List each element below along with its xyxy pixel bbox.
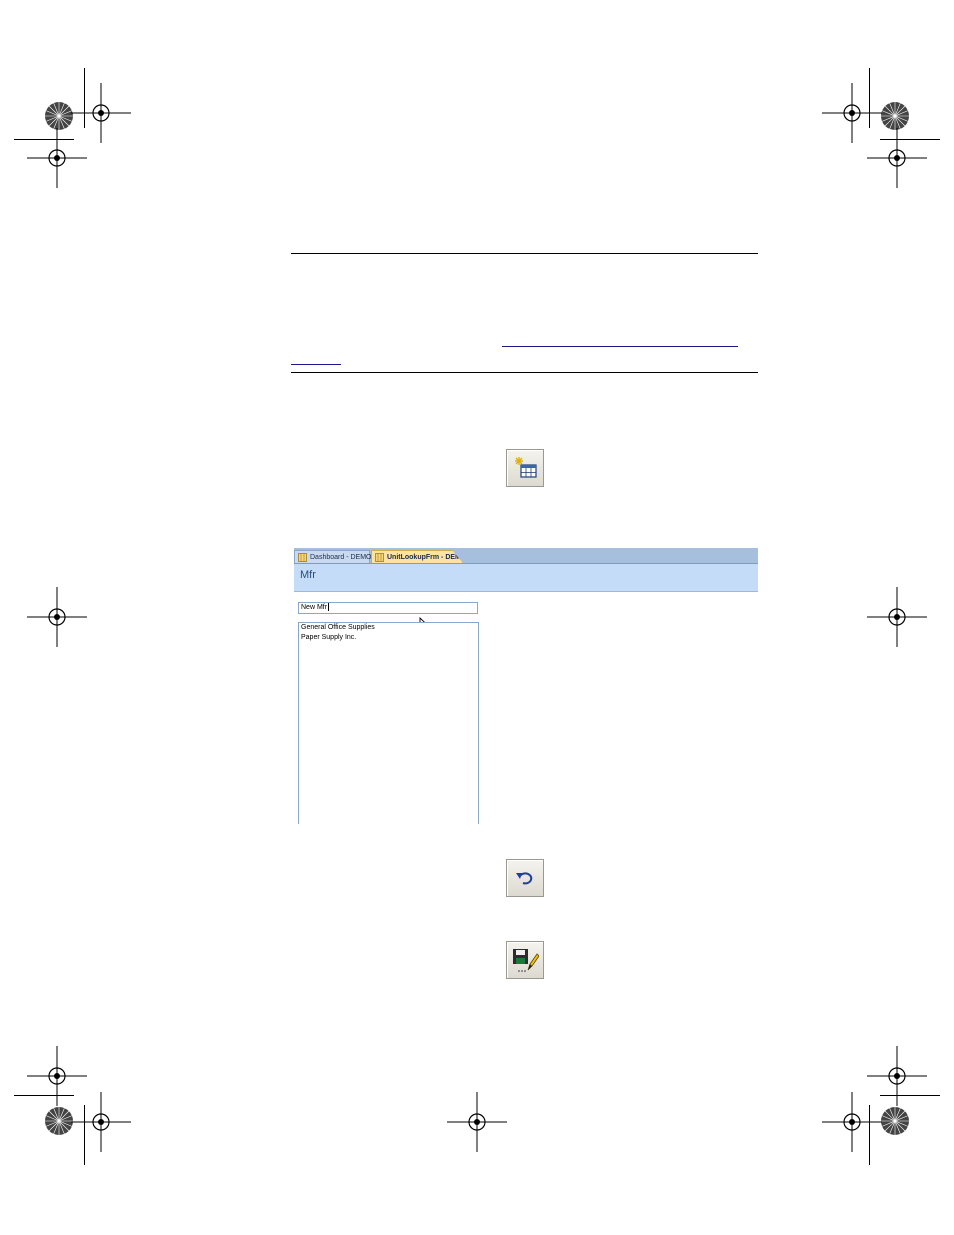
undo-arrow-icon	[516, 872, 533, 885]
registration-sunburst-icon	[45, 102, 73, 130]
form-tab-icon	[298, 553, 307, 562]
registration-crosshair-icon	[867, 587, 927, 647]
registration-crosshair-icon	[27, 128, 87, 188]
tab-dashboard[interactable]: Dashboard - DEMO	[294, 550, 372, 563]
save-button[interactable]	[506, 941, 544, 979]
document-tab-strip: Dashboard - DEMO UnitLookupFrm - DEMO	[294, 548, 758, 564]
list-item[interactable]: Paper Supply Inc.	[299, 633, 478, 643]
new-record-button[interactable]	[506, 449, 544, 487]
registration-sunburst-icon	[881, 102, 909, 130]
text-caret	[328, 603, 330, 612]
new-record-grid-icon	[515, 457, 537, 478]
list-item[interactable]: General Office Supplies	[299, 623, 478, 633]
registration-crosshair-icon	[27, 587, 87, 647]
registration-crosshair-icon	[71, 1092, 131, 1152]
mfr-listbox[interactable]: General Office Supplies Paper Supply Inc…	[298, 622, 479, 824]
form-tab-icon	[375, 553, 384, 562]
mfr-input[interactable]: New Mfr	[298, 602, 478, 614]
mfr-input-value: New Mfr	[301, 604, 328, 611]
save-disk-pencil-icon	[513, 949, 539, 972]
registration-crosshair-icon	[822, 1092, 882, 1152]
tab-label: Dashboard - DEMO	[310, 554, 372, 561]
undo-button[interactable]	[506, 859, 544, 897]
form-title: Mfr	[300, 569, 316, 581]
form-header: Mfr	[294, 564, 758, 592]
note-top-rule	[291, 253, 758, 254]
registration-crosshair-icon	[447, 1092, 507, 1152]
note-bottom-rule	[291, 372, 758, 373]
registration-crosshair-icon	[867, 128, 927, 188]
registration-sunburst-icon	[45, 1107, 73, 1135]
tab-label: UnitLookupFrm - DEMO	[387, 554, 467, 561]
tab-unit-lookup[interactable]: UnitLookupFrm - DEMO	[371, 550, 463, 563]
link-underline-continued[interactable]	[291, 364, 341, 365]
registration-sunburst-icon	[881, 1107, 909, 1135]
link-underline[interactable]	[502, 346, 738, 347]
access-form-window: Dashboard - DEMO UnitLookupFrm - DEMO Mf…	[294, 548, 758, 824]
